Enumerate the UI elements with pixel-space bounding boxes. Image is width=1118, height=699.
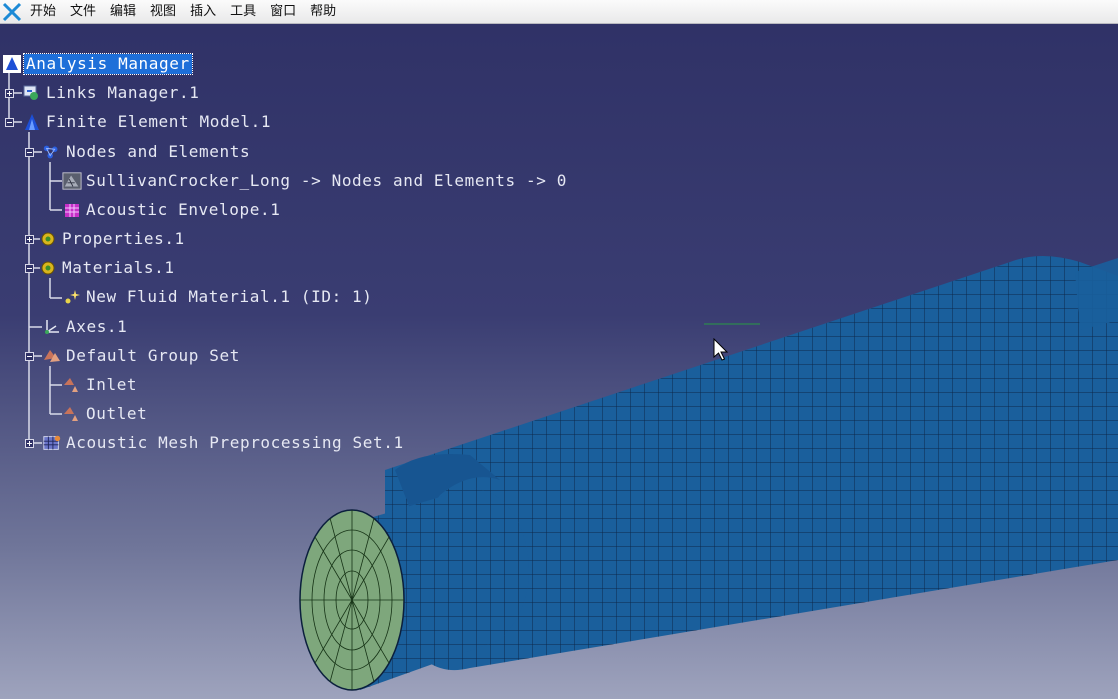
properties-icon <box>38 229 58 249</box>
tree-node-mesh-preprocessing[interactable]: Acoustic Mesh Preprocessing Set.1 <box>42 431 406 455</box>
mesh-part-icon <box>62 171 82 191</box>
tree-label: Links Manager.1 <box>46 83 200 102</box>
tree-label: Inlet <box>86 375 138 394</box>
collapse-toggle-fem[interactable] <box>5 118 14 127</box>
group-icon <box>62 375 82 395</box>
analysis-manager-icon <box>2 54 22 74</box>
group-icon <box>62 404 82 424</box>
tree-label: Analysis Manager <box>23 53 193 75</box>
collapse-toggle-group-set[interactable] <box>25 352 34 361</box>
tree-label: Axes.1 <box>66 317 128 336</box>
materials-icon <box>38 258 58 278</box>
tree-label: Properties.1 <box>62 229 185 248</box>
tree-label: Acoustic Envelope.1 <box>86 200 281 219</box>
tree-node-links-manager[interactable]: Links Manager.1 <box>22 81 202 105</box>
tree-label: Outlet <box>86 404 148 423</box>
specification-tree: Analysis Manager Links Manager.1 Finite … <box>0 0 700 470</box>
tree-label: Finite Element Model.1 <box>46 112 272 131</box>
tree-node-outlet[interactable]: Outlet <box>62 402 149 426</box>
tree-node-axes[interactable]: Axes.1 <box>42 315 129 339</box>
collapse-toggle-nodes-elements[interactable] <box>25 148 34 157</box>
mouse-cursor-icon <box>713 338 729 361</box>
tree-node-acoustic-envelope[interactable]: Acoustic Envelope.1 <box>62 198 282 222</box>
tree-node-properties[interactable]: Properties.1 <box>38 227 187 251</box>
expand-toggle-links-manager[interactable] <box>5 89 14 98</box>
tree-label: Acoustic Mesh Preprocessing Set.1 <box>66 433 404 452</box>
tree-label: Default Group Set <box>66 346 240 365</box>
tree-node-fem[interactable]: Finite Element Model.1 <box>22 110 273 134</box>
tree-node-materials[interactable]: Materials.1 <box>38 256 177 280</box>
tree-node-analysis-manager[interactable]: Analysis Manager <box>2 52 193 76</box>
axes-icon <box>42 317 62 337</box>
tree-node-nodes-elements[interactable]: Nodes and Elements <box>42 140 252 164</box>
fem-model-icon <box>22 112 42 132</box>
tree-label: Materials.1 <box>62 258 175 277</box>
tree-label: New Fluid Material.1 (ID: 1) <box>86 287 373 306</box>
nodes-elements-icon <box>42 142 62 162</box>
group-set-icon <box>42 346 62 366</box>
tree-label: SullivanCrocker_Long -> Nodes and Elemen… <box>86 171 567 190</box>
tree-node-mesh-part[interactable]: SullivanCrocker_Long -> Nodes and Elemen… <box>62 169 569 193</box>
fluid-material-icon <box>62 287 82 307</box>
links-manager-icon <box>22 83 42 103</box>
tree-node-fluid-material[interactable]: New Fluid Material.1 (ID: 1) <box>62 285 375 309</box>
mesh-preprocessing-icon <box>42 433 62 453</box>
expand-toggle-mesh-preprocessing[interactable] <box>25 439 34 448</box>
collapse-toggle-materials[interactable] <box>25 264 34 273</box>
acoustic-envelope-icon <box>62 200 82 220</box>
tree-node-inlet[interactable]: Inlet <box>62 373 139 397</box>
expand-toggle-properties[interactable] <box>25 235 34 244</box>
tree-label: Nodes and Elements <box>66 142 251 161</box>
tree-node-group-set[interactable]: Default Group Set <box>42 344 242 368</box>
